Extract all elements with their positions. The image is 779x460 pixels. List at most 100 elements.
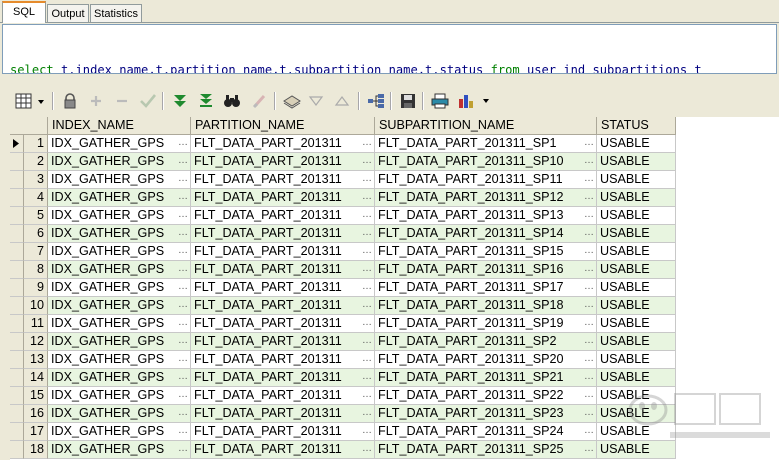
cell-editor-button[interactable]: …: [582, 387, 596, 404]
cell-partition-name[interactable]: FLT_DATA_PART_201311…: [191, 279, 375, 297]
tab-sql[interactable]: SQL: [2, 1, 46, 23]
table-row[interactable]: 2 IDX_GATHER_GPS… FLT_DATA_PART_201311… FLT…: [10, 153, 676, 171]
cell-partition-name[interactable]: FLT_DATA_PART_201311…: [191, 405, 375, 423]
cell-editor-button[interactable]: …: [176, 225, 190, 242]
table-row[interactable]: 12 IDX_GATHER_GPS… FLT_DATA_PART_201311… FL…: [10, 333, 676, 351]
row-number[interactable]: 13: [24, 351, 48, 369]
row-number[interactable]: 10: [24, 297, 48, 315]
cell-editor-button[interactable]: …: [360, 333, 374, 350]
table-row[interactable]: 18 IDX_GATHER_GPS… FLT_DATA_PART_201311… FL…: [10, 441, 676, 459]
cell-partition-name[interactable]: FLT_DATA_PART_201311…: [191, 441, 375, 459]
lock-icon[interactable]: [60, 91, 80, 111]
cell-index-name[interactable]: IDX_GATHER_GPS…: [48, 261, 191, 279]
post-changes-icon[interactable]: [138, 91, 158, 111]
cell-index-name[interactable]: IDX_GATHER_GPS…: [48, 405, 191, 423]
sort-desc-icon[interactable]: [306, 91, 326, 111]
table-row[interactable]: 9 IDX_GATHER_GPS… FLT_DATA_PART_201311… FLT…: [10, 279, 676, 297]
cell-subpartition-name[interactable]: FLT_DATA_PART_201311_SP19…: [375, 315, 597, 333]
cell-editor-button[interactable]: …: [582, 153, 596, 170]
row-number[interactable]: 6: [24, 225, 48, 243]
cell-status[interactable]: USABLE: [597, 171, 676, 189]
delete-record-icon[interactable]: [112, 91, 132, 111]
table-row[interactable]: 10 IDX_GATHER_GPS… FLT_DATA_PART_201311… FL…: [10, 297, 676, 315]
cell-status[interactable]: USABLE: [597, 369, 676, 387]
cell-editor-button[interactable]: …: [360, 441, 374, 458]
row-number[interactable]: 11: [24, 315, 48, 333]
cell-editor-button[interactable]: …: [176, 369, 190, 386]
cell-status[interactable]: USABLE: [597, 261, 676, 279]
cell-index-name[interactable]: IDX_GATHER_GPS…: [48, 387, 191, 405]
table-row[interactable]: 5 IDX_GATHER_GPS… FLT_DATA_PART_201311… FLT…: [10, 207, 676, 225]
row-number[interactable]: 3: [24, 171, 48, 189]
cell-status[interactable]: USABLE: [597, 405, 676, 423]
row-indicator[interactable]: [10, 189, 24, 207]
result-grid[interactable]: INDEX_NAME PARTITION_NAME SUBPARTITION_N…: [10, 117, 676, 460]
cell-subpartition-name[interactable]: FLT_DATA_PART_201311_SP16…: [375, 261, 597, 279]
table-row[interactable]: 4 IDX_GATHER_GPS… FLT_DATA_PART_201311… FLT…: [10, 189, 676, 207]
cell-subpartition-name[interactable]: FLT_DATA_PART_201311_SP11…: [375, 171, 597, 189]
row-indicator[interactable]: [10, 243, 24, 261]
cell-partition-name[interactable]: FLT_DATA_PART_201311…: [191, 315, 375, 333]
table-row[interactable]: 17 IDX_GATHER_GPS… FLT_DATA_PART_201311… FL…: [10, 423, 676, 441]
cell-editor-button[interactable]: …: [582, 351, 596, 368]
cell-editor-button[interactable]: …: [176, 387, 190, 404]
cell-subpartition-name[interactable]: FLT_DATA_PART_201311_SP20…: [375, 351, 597, 369]
cell-partition-name[interactable]: FLT_DATA_PART_201311…: [191, 135, 375, 153]
cell-editor-button[interactable]: …: [582, 369, 596, 386]
row-indicator[interactable]: [10, 171, 24, 189]
cell-index-name[interactable]: IDX_GATHER_GPS…: [48, 279, 191, 297]
cell-editor-button[interactable]: …: [176, 135, 190, 152]
cell-editor-button[interactable]: …: [582, 225, 596, 242]
table-row[interactable]: 7 IDX_GATHER_GPS… FLT_DATA_PART_201311… FLT…: [10, 243, 676, 261]
cell-editor-button[interactable]: …: [582, 441, 596, 458]
cell-partition-name[interactable]: FLT_DATA_PART_201311…: [191, 333, 375, 351]
cell-index-name[interactable]: IDX_GATHER_GPS…: [48, 135, 191, 153]
table-row[interactable]: 11 IDX_GATHER_GPS… FLT_DATA_PART_201311… FL…: [10, 315, 676, 333]
sql-editor[interactable]: select t.index_name,t.partition_name,t.s…: [2, 24, 777, 74]
export-icon[interactable]: [282, 91, 302, 111]
find-icon[interactable]: [222, 91, 242, 111]
cell-editor-button[interactable]: …: [360, 135, 374, 152]
cell-editor-button[interactable]: …: [176, 171, 190, 188]
cell-editor-button[interactable]: …: [582, 171, 596, 188]
cell-index-name[interactable]: IDX_GATHER_GPS…: [48, 351, 191, 369]
cell-editor-button[interactable]: …: [360, 153, 374, 170]
cell-editor-button[interactable]: …: [176, 261, 190, 278]
cell-subpartition-name[interactable]: FLT_DATA_PART_201311_SP13…: [375, 207, 597, 225]
row-number[interactable]: 7: [24, 243, 48, 261]
row-number[interactable]: 18: [24, 441, 48, 459]
cell-partition-name[interactable]: FLT_DATA_PART_201311…: [191, 225, 375, 243]
cell-partition-name[interactable]: FLT_DATA_PART_201311…: [191, 207, 375, 225]
cell-status[interactable]: USABLE: [597, 153, 676, 171]
cell-editor-button[interactable]: …: [360, 297, 374, 314]
cell-editor-button[interactable]: …: [582, 333, 596, 350]
cell-editor-button[interactable]: …: [360, 243, 374, 260]
row-indicator[interactable]: [10, 333, 24, 351]
row-indicator[interactable]: [10, 423, 24, 441]
cell-editor-button[interactable]: …: [360, 387, 374, 404]
cell-partition-name[interactable]: FLT_DATA_PART_201311…: [191, 261, 375, 279]
cell-editor-button[interactable]: …: [176, 315, 190, 332]
cell-editor-button[interactable]: …: [176, 405, 190, 422]
cell-editor-button[interactable]: …: [360, 225, 374, 242]
table-row[interactable]: 16 IDX_GATHER_GPS… FLT_DATA_PART_201311… FL…: [10, 405, 676, 423]
cell-subpartition-name[interactable]: FLT_DATA_PART_201311_SP24…: [375, 423, 597, 441]
cell-subpartition-name[interactable]: FLT_DATA_PART_201311_SP1…: [375, 135, 597, 153]
row-indicator[interactable]: [10, 207, 24, 225]
row-number[interactable]: 2: [24, 153, 48, 171]
cell-status[interactable]: USABLE: [597, 189, 676, 207]
cell-editor-button[interactable]: …: [582, 135, 596, 152]
row-indicator[interactable]: [10, 405, 24, 423]
cell-editor-button[interactable]: …: [360, 369, 374, 386]
cell-status[interactable]: USABLE: [597, 297, 676, 315]
row-number[interactable]: 16: [24, 405, 48, 423]
cell-subpartition-name[interactable]: FLT_DATA_PART_201311_SP18…: [375, 297, 597, 315]
row-number[interactable]: 1: [24, 135, 48, 153]
cell-editor-button[interactable]: …: [176, 351, 190, 368]
cell-partition-name[interactable]: FLT_DATA_PART_201311…: [191, 171, 375, 189]
row-indicator[interactable]: [10, 153, 24, 171]
cell-editor-button[interactable]: …: [176, 297, 190, 314]
cell-editor-button[interactable]: …: [360, 189, 374, 206]
row-number[interactable]: 15: [24, 387, 48, 405]
cell-status[interactable]: USABLE: [597, 387, 676, 405]
